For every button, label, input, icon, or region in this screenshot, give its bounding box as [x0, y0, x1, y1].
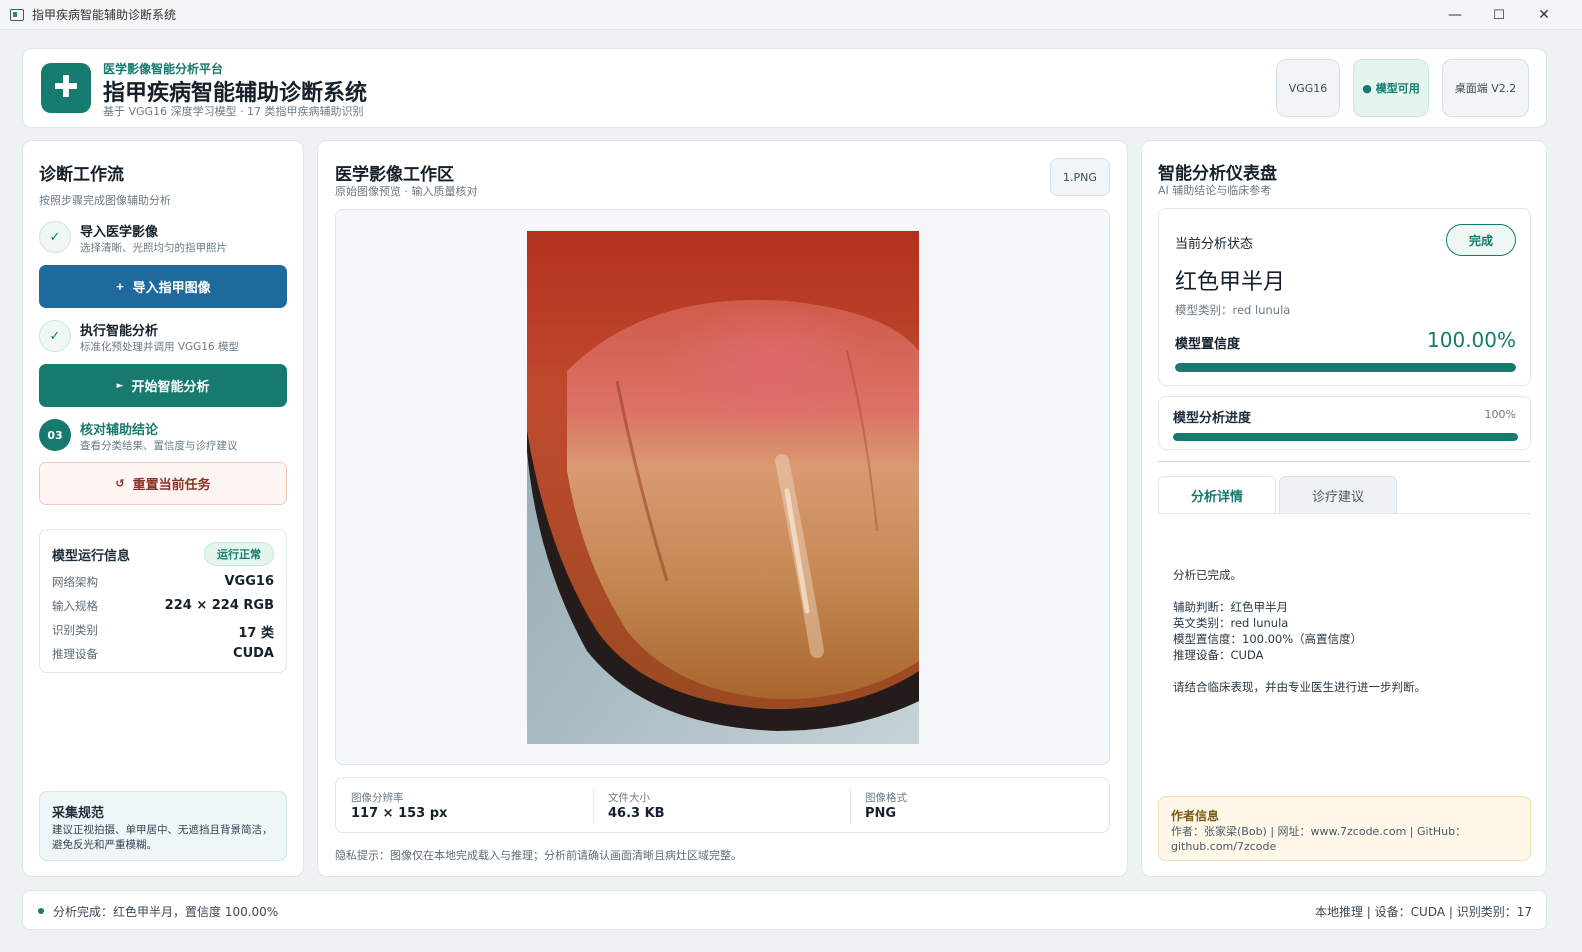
workflow-title: 诊断工作流 [39, 165, 124, 185]
model-info-row: 网络架构 VGG16 [52, 574, 274, 590]
step-1-title: 导入医学影像 [80, 225, 159, 240]
section-divider [1158, 461, 1531, 462]
start-analysis-label: 开始智能分析 [131, 380, 210, 395]
workspace-subtitle: 原始图像预览 · 输入质量核对 [335, 185, 478, 198]
diagnosis-result: 红色甲半月 [1175, 270, 1286, 295]
import-image-button[interactable]: + 导入指甲图像 [39, 265, 287, 308]
workflow-subtitle: 按照步骤完成图像辅助分析 [39, 194, 171, 207]
status-dot-icon [38, 908, 44, 914]
capture-guidelines-text: 建议正视拍摄、单甲居中、无遮挡且背景简洁，避免反光和严重模糊。 [52, 824, 273, 851]
workflow-panel: 诊断工作流 按照步骤完成图像辅助分析 ✓ 导入医学影像 选择清晰、光照均匀的指甲… [22, 140, 304, 877]
status-bar: 分析完成：红色甲半月，置信度 100.00% 本地推理 | 设备：CUDA | … [22, 890, 1547, 930]
analysis-progress-card: 模型分析进度 100% [1158, 396, 1531, 450]
maximize-button[interactable]: ☐ [1477, 0, 1521, 30]
model-running-badge: 运行正常 [204, 542, 274, 566]
step-2-desc: 标准化预处理并调用 VGG16 模型 [80, 341, 239, 353]
status-right-info: 本地推理 | 设备：CUDA | 识别类别：17 [1314, 905, 1532, 919]
model-info-key: 网络架构 [52, 575, 98, 589]
header-subtitle: 基于 VGG16 深度学习模型 · 17 类指甲疾病辅助识别 [103, 105, 364, 118]
play-icon: ► [116, 380, 124, 391]
close-button[interactable]: ✕ [1522, 0, 1566, 30]
progress-bar [1173, 433, 1518, 441]
model-info-value: 224 × 224 RGB [164, 598, 274, 613]
analysis-detail-text: 分析已完成。 辅助判断：红色甲半月 英文类别：red lunula 模型置信度：… [1173, 568, 1426, 694]
model-pill: VGG16 [1276, 59, 1340, 117]
tab-analysis-details[interactable]: 分析详情 [1158, 476, 1276, 514]
app-icon [10, 8, 24, 21]
meta-divider [593, 788, 594, 824]
analysis-status-card: 当前分析状态 完成 红色甲半月 模型类别：red lunula 模型置信度 10… [1158, 208, 1531, 386]
app-header: ✚ 医学影像智能分析平台 指甲疾病智能辅助诊断系统 基于 VGG16 深度学习模… [22, 48, 1547, 128]
tab-treatment-advice[interactable]: 诊疗建议 [1279, 476, 1397, 514]
status-label: 当前分析状态 [1175, 237, 1254, 252]
step-1-desc: 选择清晰、光照均匀的指甲照片 [80, 242, 227, 254]
model-info-row: 输入规格 224 × 224 RGB [52, 598, 274, 614]
dashboard-title: 智能分析仪表盘 [1158, 164, 1277, 184]
privacy-notice: 隐私提示：图像仅在本地完成载入与推理；分析前请确认画面清晰且病灶区域完整。 [335, 849, 742, 862]
step-3-desc: 查看分类结果、置信度与诊疗建议 [80, 440, 238, 452]
image-viewer [335, 209, 1110, 765]
file-size-value: 46.3 KB [608, 806, 665, 821]
window-titlebar: 指甲疾病智能辅助诊断系统 — ☐ ✕ [0, 0, 1582, 30]
confidence-value: 100.00% [1427, 328, 1516, 352]
step-1-check-icon: ✓ [39, 221, 71, 253]
meta-divider [850, 788, 851, 824]
confidence-bar [1175, 363, 1516, 372]
author-info-title: 作者信息 [1171, 809, 1220, 823]
step-3-title: 核对辅助结论 [80, 423, 159, 438]
reset-icon: ↺ [115, 477, 125, 490]
author-info-card: 作者信息 作者：张家梁(Bob) | 网址：www.7zcode.com | G… [1158, 796, 1531, 861]
image-meta-bar: 图像分辨率 117 × 153 px 文件大小 46.3 KB 图像格式 PNG [335, 777, 1110, 833]
format-value: PNG [865, 806, 897, 821]
workspace-title: 医学影像工作区 [335, 165, 454, 185]
model-info-row: 推理设备 CUDA [52, 646, 274, 662]
medical-cross-logo-icon: ✚ [41, 63, 91, 113]
capture-guidelines-card: 采集规范 建议正视拍摄、单甲居中、无遮挡且背景简洁，避免反光和严重模糊。 [39, 791, 287, 861]
confidence-bar-fill [1175, 363, 1516, 372]
model-class: 模型类别：red lunula [1175, 303, 1291, 317]
step-2-title: 执行智能分析 [80, 324, 159, 339]
step-2-check-icon: ✓ [39, 320, 71, 352]
version-pill: 桌面端 V2.2 [1442, 59, 1529, 117]
format-label: 图像格式 [865, 792, 907, 804]
resolution-label: 图像分辨率 [351, 792, 404, 804]
model-info-value: 17 类 [238, 626, 274, 641]
step-3-number-badge: 03 [39, 419, 71, 451]
progress-percent: 100% [1484, 408, 1516, 421]
model-info-value: VGG16 [224, 574, 275, 589]
nail-image [527, 231, 919, 744]
progress-bar-fill [1173, 433, 1518, 441]
confidence-label: 模型置信度 [1175, 337, 1241, 352]
dashboard-subtitle: AI 辅助结论与临床参考 [1158, 184, 1272, 197]
capture-guidelines-title: 采集规范 [52, 806, 105, 821]
image-workspace-panel: 医学影像工作区 原始图像预览 · 输入质量核对 1.PNG 图像分辨率 117 … [317, 140, 1128, 877]
model-info-card: 模型运行信息 运行正常 网络架构 VGG16 输入规格 224 × 224 RG… [39, 529, 287, 673]
minimize-button[interactable]: — [1433, 0, 1477, 30]
file-size-label: 文件大小 [608, 792, 650, 804]
model-info-key: 输入规格 [52, 599, 98, 613]
import-image-label: 导入指甲图像 [132, 281, 211, 296]
model-info-key: 推理设备 [52, 647, 98, 661]
model-info-title: 模型运行信息 [52, 549, 131, 564]
model-info-key: 识别类别 [52, 623, 98, 637]
analysis-dashboard-panel: 智能分析仪表盘 AI 辅助结论与临床参考 当前分析状态 完成 红色甲半月 模型类… [1141, 140, 1547, 877]
tab-underline [1158, 513, 1531, 514]
model-info-value: CUDA [233, 646, 274, 661]
progress-label: 模型分析进度 [1173, 411, 1252, 426]
reset-task-label: 重置当前任务 [132, 478, 211, 493]
file-name-chip: 1.PNG [1050, 158, 1110, 196]
plus-icon: + [115, 280, 125, 293]
status-complete-badge: 完成 [1446, 224, 1516, 256]
resolution-value: 117 × 153 px [351, 806, 448, 821]
model-status-pill: ● 模型可用 [1353, 59, 1429, 117]
reset-task-button[interactable]: ↺ 重置当前任务 [39, 462, 287, 505]
window-title: 指甲疾病智能辅助诊断系统 [32, 8, 177, 22]
author-info-text: 作者：张家梁(Bob) | 网址：www.7zcode.com | GitHub… [1171, 825, 1467, 853]
model-info-row: 识别类别 17 类 [52, 622, 274, 641]
start-analysis-button[interactable]: ► 开始智能分析 [39, 364, 287, 407]
status-message: 分析完成：红色甲半月，置信度 100.00% [53, 905, 279, 919]
